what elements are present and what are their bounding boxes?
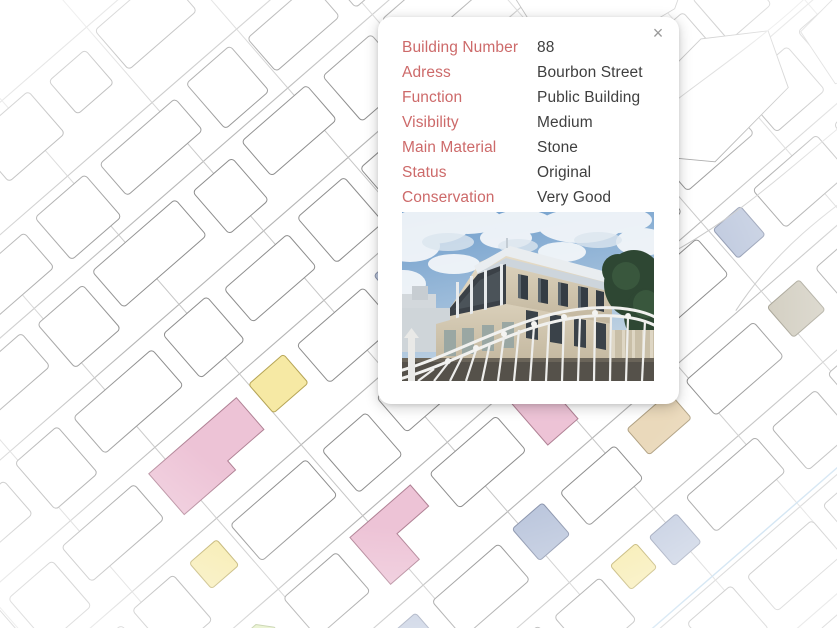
table-row: Visibility Medium	[402, 114, 658, 139]
table-row: Adress Bourbon Street	[402, 64, 658, 89]
table-row: Status Original	[402, 164, 658, 189]
attr-label-function: Function	[402, 89, 463, 106]
attr-value-visibility: Medium	[537, 114, 593, 131]
building-attributes-table: Building Number 88 Adress Bourbon Street…	[402, 39, 658, 214]
attr-value-status: Original	[537, 164, 592, 181]
table-row: Function Public Building	[402, 89, 658, 114]
attr-value-function: Public Building	[537, 89, 641, 106]
table-row: Main Material Stone	[402, 139, 658, 164]
attr-value-conservation: Very Good	[537, 189, 612, 206]
attr-label-adress: Adress	[402, 64, 451, 81]
table-row: Conservation Very Good	[402, 189, 658, 214]
map-application: .bl { fill:#ffffff; stroke:#8d8d8d; stro…	[0, 0, 837, 628]
attr-label-main-material: Main Material	[402, 139, 497, 156]
table-row: Building Number 88	[402, 39, 658, 64]
attr-label-visibility: Visibility	[402, 114, 459, 131]
attr-value-main-material: Stone	[537, 139, 579, 156]
attr-label-status: Status	[402, 164, 447, 181]
attr-label-building-number: Building Number	[402, 39, 519, 56]
building-info-popup[interactable]: × Building Number 88 Adress Bourbon Stre…	[378, 17, 679, 404]
attr-value-building-number: 88	[537, 39, 555, 56]
attr-label-conservation: Conservation	[402, 189, 495, 206]
attr-value-adress: Bourbon Street	[537, 64, 643, 81]
building-photo	[402, 212, 654, 381]
